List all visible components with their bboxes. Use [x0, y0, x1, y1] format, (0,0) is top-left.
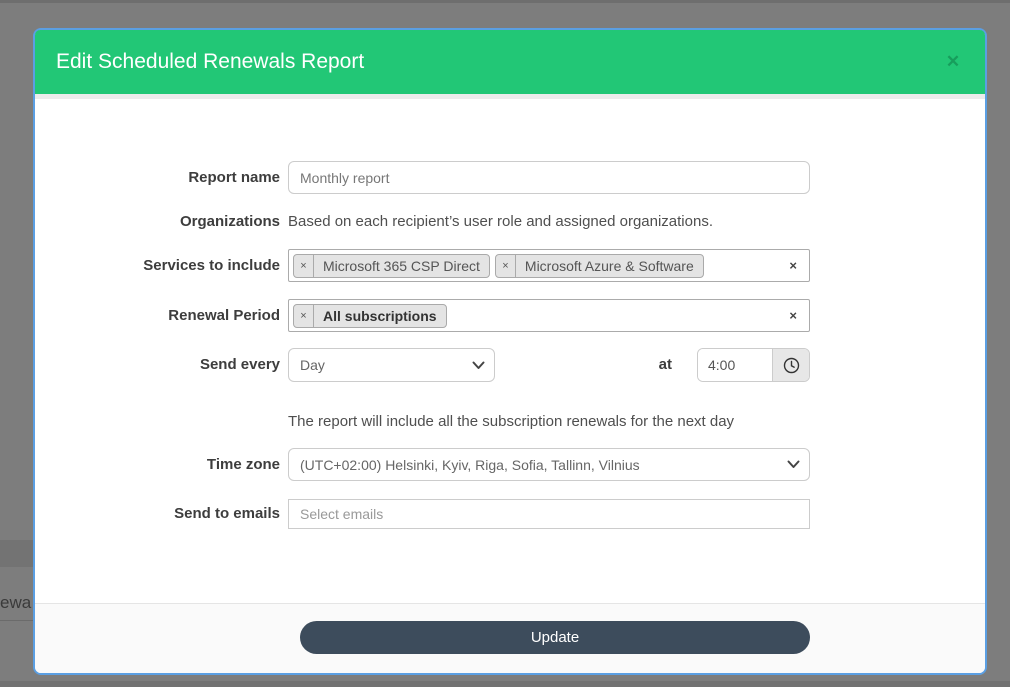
- time-input-group: [697, 348, 810, 382]
- background-divider: [0, 620, 33, 621]
- tag-label: Microsoft Azure & Software: [516, 255, 703, 277]
- at-label: at: [620, 348, 672, 382]
- renewal-period-multiselect[interactable]: × All subscriptions ×: [288, 299, 810, 332]
- report-name-label: Report name: [35, 161, 280, 194]
- report-name-input[interactable]: [288, 161, 810, 194]
- service-tag: × Microsoft Azure & Software: [495, 254, 704, 278]
- renewal-period-tag: × All subscriptions: [293, 304, 447, 328]
- organizations-label: Organizations: [35, 212, 280, 232]
- tag-remove-icon[interactable]: ×: [294, 255, 314, 277]
- schedule-note: The report will include all the subscrip…: [288, 412, 734, 432]
- services-to-include-label: Services to include: [35, 249, 280, 282]
- send-every-label: Send every: [35, 348, 280, 382]
- tag-label: All subscriptions: [314, 305, 446, 327]
- tag-remove-icon[interactable]: ×: [496, 255, 516, 277]
- organizations-note: Based on each recipient’s user role and …: [288, 212, 713, 232]
- background-top-bar: [0, 0, 1010, 3]
- tag-label: Microsoft 365 CSP Direct: [314, 255, 489, 277]
- send-to-emails-label: Send to emails: [35, 499, 280, 529]
- background-partial-heading: ewa: [0, 592, 33, 614]
- send-every-select[interactable]: Day: [288, 348, 495, 382]
- time-zone-label: Time zone: [35, 448, 280, 481]
- clear-selection-icon[interactable]: ×: [786, 300, 800, 331]
- close-icon[interactable]: ✕: [942, 51, 964, 73]
- header-divider: [35, 94, 985, 99]
- update-button[interactable]: Update: [300, 621, 810, 654]
- tag-remove-icon[interactable]: ×: [294, 305, 314, 327]
- time-zone-select[interactable]: (UTC+02:00) Helsinki, Kyiv, Riga, Sofia,…: [288, 448, 810, 481]
- background-bottom-bar: [0, 681, 1010, 687]
- time-input[interactable]: [698, 349, 772, 381]
- dialog-footer: Update: [35, 603, 985, 673]
- service-tag: × Microsoft 365 CSP Direct: [293, 254, 490, 278]
- send-to-emails-input[interactable]: [288, 499, 810, 529]
- services-to-include-multiselect[interactable]: × Microsoft 365 CSP Direct × Microsoft A…: [288, 249, 810, 282]
- dialog-header: Edit Scheduled Renewals Report ✕: [35, 30, 985, 94]
- dialog-title: Edit Scheduled Renewals Report: [56, 30, 364, 94]
- clock-icon[interactable]: [772, 349, 809, 381]
- renewal-period-label: Renewal Period: [35, 299, 280, 332]
- background-section-band: [0, 540, 33, 567]
- edit-scheduled-renewals-report-dialog: Edit Scheduled Renewals Report ✕ Report …: [33, 28, 987, 675]
- clear-selection-icon[interactable]: ×: [786, 250, 800, 281]
